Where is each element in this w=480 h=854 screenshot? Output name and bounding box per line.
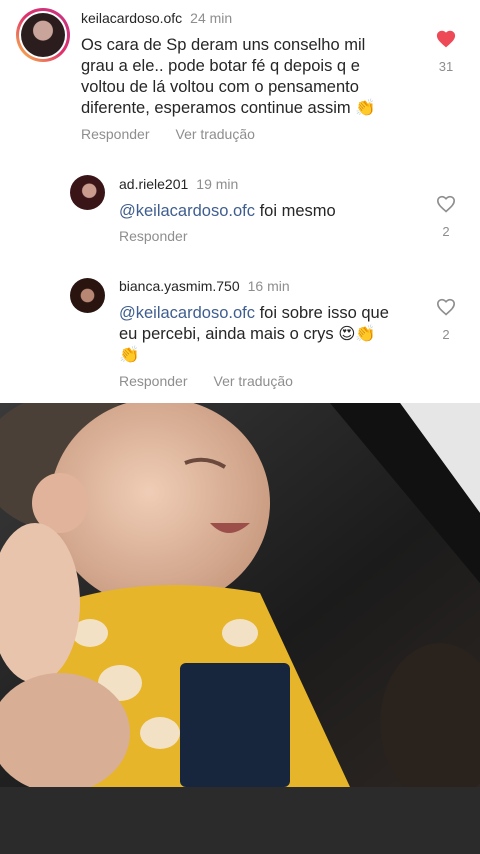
avatar[interactable] bbox=[16, 8, 70, 62]
comment-adriele: ad.riele201 19 min @keilacardoso.ofc foi … bbox=[0, 165, 480, 260]
avatar[interactable] bbox=[70, 278, 105, 313]
comment-text-body: foi sobre isso que bbox=[254, 304, 389, 322]
heart-outline-icon bbox=[436, 298, 456, 316]
mention-link[interactable]: @keilacardoso.ofc bbox=[119, 202, 255, 220]
heart-outline-icon bbox=[436, 195, 456, 213]
heart-filled-icon bbox=[436, 30, 456, 48]
reply-button[interactable]: Responder bbox=[119, 373, 188, 389]
like-button[interactable]: 2 bbox=[431, 193, 461, 239]
comment-keilacardoso: keilacardoso.ofc 24 min Os cara de Sp der… bbox=[0, 0, 480, 160]
translate-button[interactable]: Ver tradução bbox=[214, 373, 293, 389]
comment-text-body: foi mesmo bbox=[254, 202, 336, 220]
comment-time: 16 min bbox=[247, 278, 290, 294]
like-count: 2 bbox=[442, 224, 450, 239]
reply-button[interactable]: Responder bbox=[119, 228, 188, 244]
reply-button[interactable]: Responder bbox=[81, 126, 150, 142]
comment-time: 24 min bbox=[190, 10, 233, 26]
comment-time: 19 min bbox=[196, 176, 239, 192]
comment-bianca: bianca.yasmim.750 16 min @keilacardoso.of… bbox=[0, 268, 480, 398]
mention-link[interactable]: @keilacardoso.ofc bbox=[119, 304, 255, 322]
comment-text-line: eu percebi, ainda mais o crys 😍👏 bbox=[119, 325, 376, 343]
comment-text: @keilacardoso.ofc foi mesmo bbox=[119, 201, 336, 222]
video-frame bbox=[0, 403, 480, 787]
comment-username[interactable]: keilacardoso.ofc bbox=[81, 10, 182, 26]
comment-text-line: voltou de lá voltou com o pensamento bbox=[81, 78, 359, 96]
like-button[interactable]: 2 bbox=[431, 296, 461, 342]
video-player[interactable] bbox=[0, 403, 480, 787]
like-button[interactable]: 31 bbox=[431, 28, 461, 74]
comment-text-line: 👏 bbox=[119, 346, 140, 364]
translate-button[interactable]: Ver tradução bbox=[176, 126, 255, 142]
comment-username[interactable]: bianca.yasmim.750 bbox=[119, 278, 240, 294]
bottom-bar bbox=[0, 787, 480, 854]
avatar[interactable] bbox=[70, 175, 105, 210]
comment-text-line: diferente, esperamos continue assim 👏 bbox=[81, 99, 376, 117]
like-count: 2 bbox=[442, 327, 450, 342]
comment-text: @keilacardoso.ofc foi sobre isso que bbox=[119, 303, 419, 324]
like-count: 31 bbox=[438, 59, 454, 74]
comment-text-line: grau a ele.. pode botar fé q depois q e bbox=[81, 57, 360, 75]
comment-text-line: Os cara de Sp deram uns conselho mil bbox=[81, 36, 366, 54]
comment-username[interactable]: ad.riele201 bbox=[119, 176, 188, 192]
